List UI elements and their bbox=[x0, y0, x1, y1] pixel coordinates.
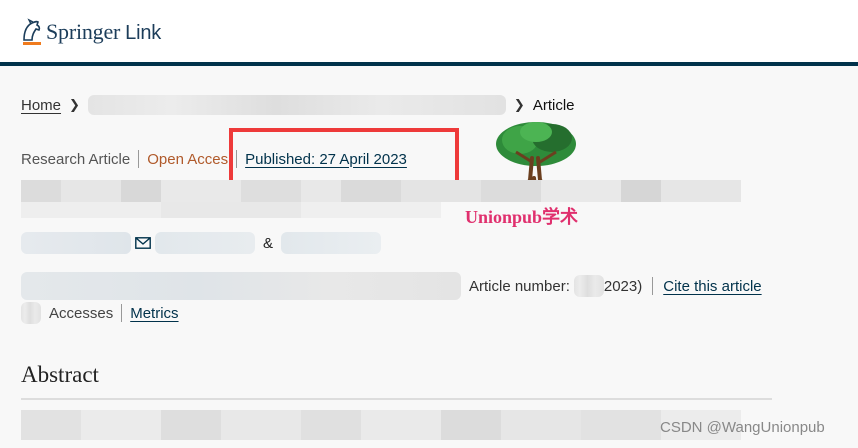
abstract-divider bbox=[21, 398, 772, 400]
access-count-redacted bbox=[21, 302, 41, 324]
chevron-right-icon: ❯ bbox=[69, 97, 80, 112]
brand-name: Springer bbox=[46, 19, 121, 44]
authors-list: & bbox=[21, 232, 382, 254]
divider bbox=[652, 277, 654, 295]
journal-name-redacted[interactable] bbox=[21, 272, 461, 300]
open-access-badge: Open Acces bbox=[147, 150, 229, 168]
divider bbox=[138, 150, 140, 168]
abstract-heading: Abstract bbox=[21, 362, 99, 387]
article-title-redacted-2 bbox=[21, 202, 441, 218]
watermark-text: Unionpub学术 bbox=[465, 207, 579, 227]
breadcrumb-journal-redacted[interactable] bbox=[87, 95, 506, 115]
breadcrumb-current: Article bbox=[532, 96, 575, 114]
site-header: Springer Link bbox=[0, 0, 858, 62]
author-name-redacted[interactable] bbox=[21, 232, 131, 254]
metrics-link[interactable]: Metrics bbox=[130, 305, 178, 322]
cite-this-article-link[interactable]: Cite this article bbox=[663, 278, 761, 295]
breadcrumb: Home ❯ ❯ Article bbox=[21, 95, 575, 115]
abstract-text-redacted bbox=[21, 410, 741, 440]
article-title-redacted bbox=[21, 180, 741, 202]
author-name-redacted[interactable] bbox=[155, 232, 255, 254]
header-divider bbox=[0, 62, 858, 66]
accesses-label: Accesses bbox=[49, 304, 114, 322]
journal-info: Article number: 2023) Cite this article bbox=[21, 272, 762, 300]
brand-suffix: Link bbox=[125, 22, 162, 44]
author-separator: & bbox=[263, 234, 274, 252]
article-number-label: Article number: bbox=[469, 277, 570, 295]
springer-horse-icon bbox=[23, 18, 41, 45]
breadcrumb-home-link[interactable]: Home bbox=[21, 97, 61, 114]
csdn-watermark: CSDN @WangUnionpub bbox=[660, 419, 825, 436]
divider bbox=[121, 304, 123, 322]
chevron-right-icon: ❯ bbox=[513, 97, 525, 112]
article-year: 2023) bbox=[603, 277, 643, 295]
springer-link-logo[interactable]: Springer Link bbox=[20, 18, 161, 46]
article-number-redacted bbox=[573, 275, 604, 297]
author-name-redacted[interactable] bbox=[281, 232, 382, 254]
mail-icon[interactable] bbox=[135, 237, 151, 249]
article-stats: Accesses Metrics bbox=[21, 302, 179, 324]
article-type: Research Article bbox=[21, 150, 131, 168]
